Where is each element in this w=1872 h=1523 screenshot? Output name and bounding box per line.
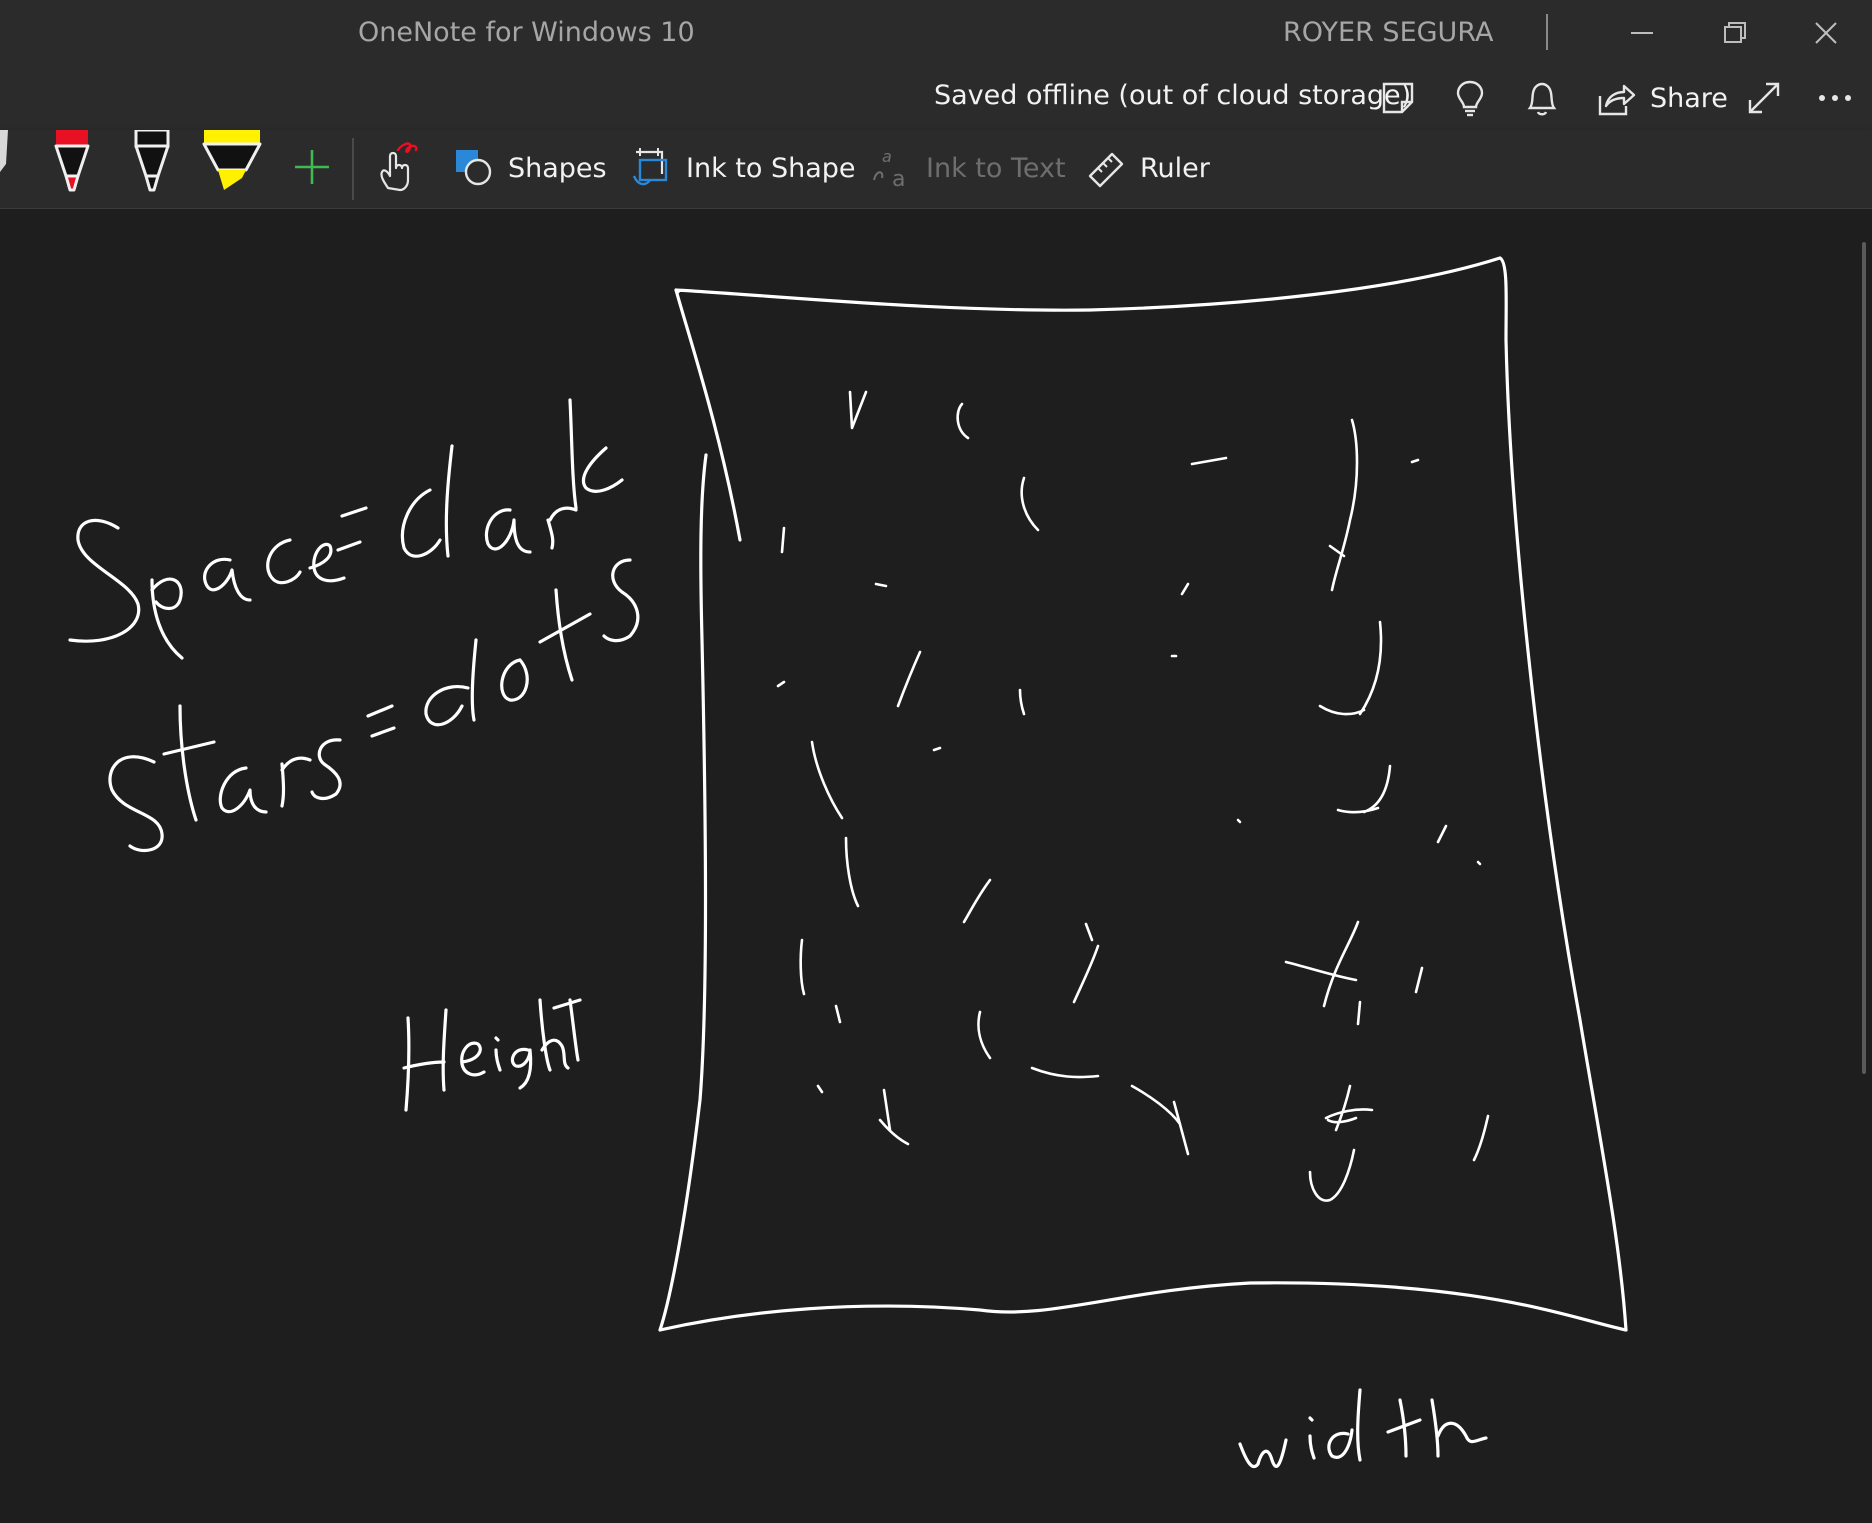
ink-text-width	[1238, 1388, 1488, 1469]
ink-text-stars-dots	[108, 558, 640, 853]
ink-text-height	[402, 998, 582, 1112]
ink-stars	[776, 390, 1490, 1202]
ink-drawing-layer	[68, 256, 1628, 1469]
ink-rectangle	[658, 256, 1628, 1332]
ink-text-space-dark	[68, 398, 624, 660]
